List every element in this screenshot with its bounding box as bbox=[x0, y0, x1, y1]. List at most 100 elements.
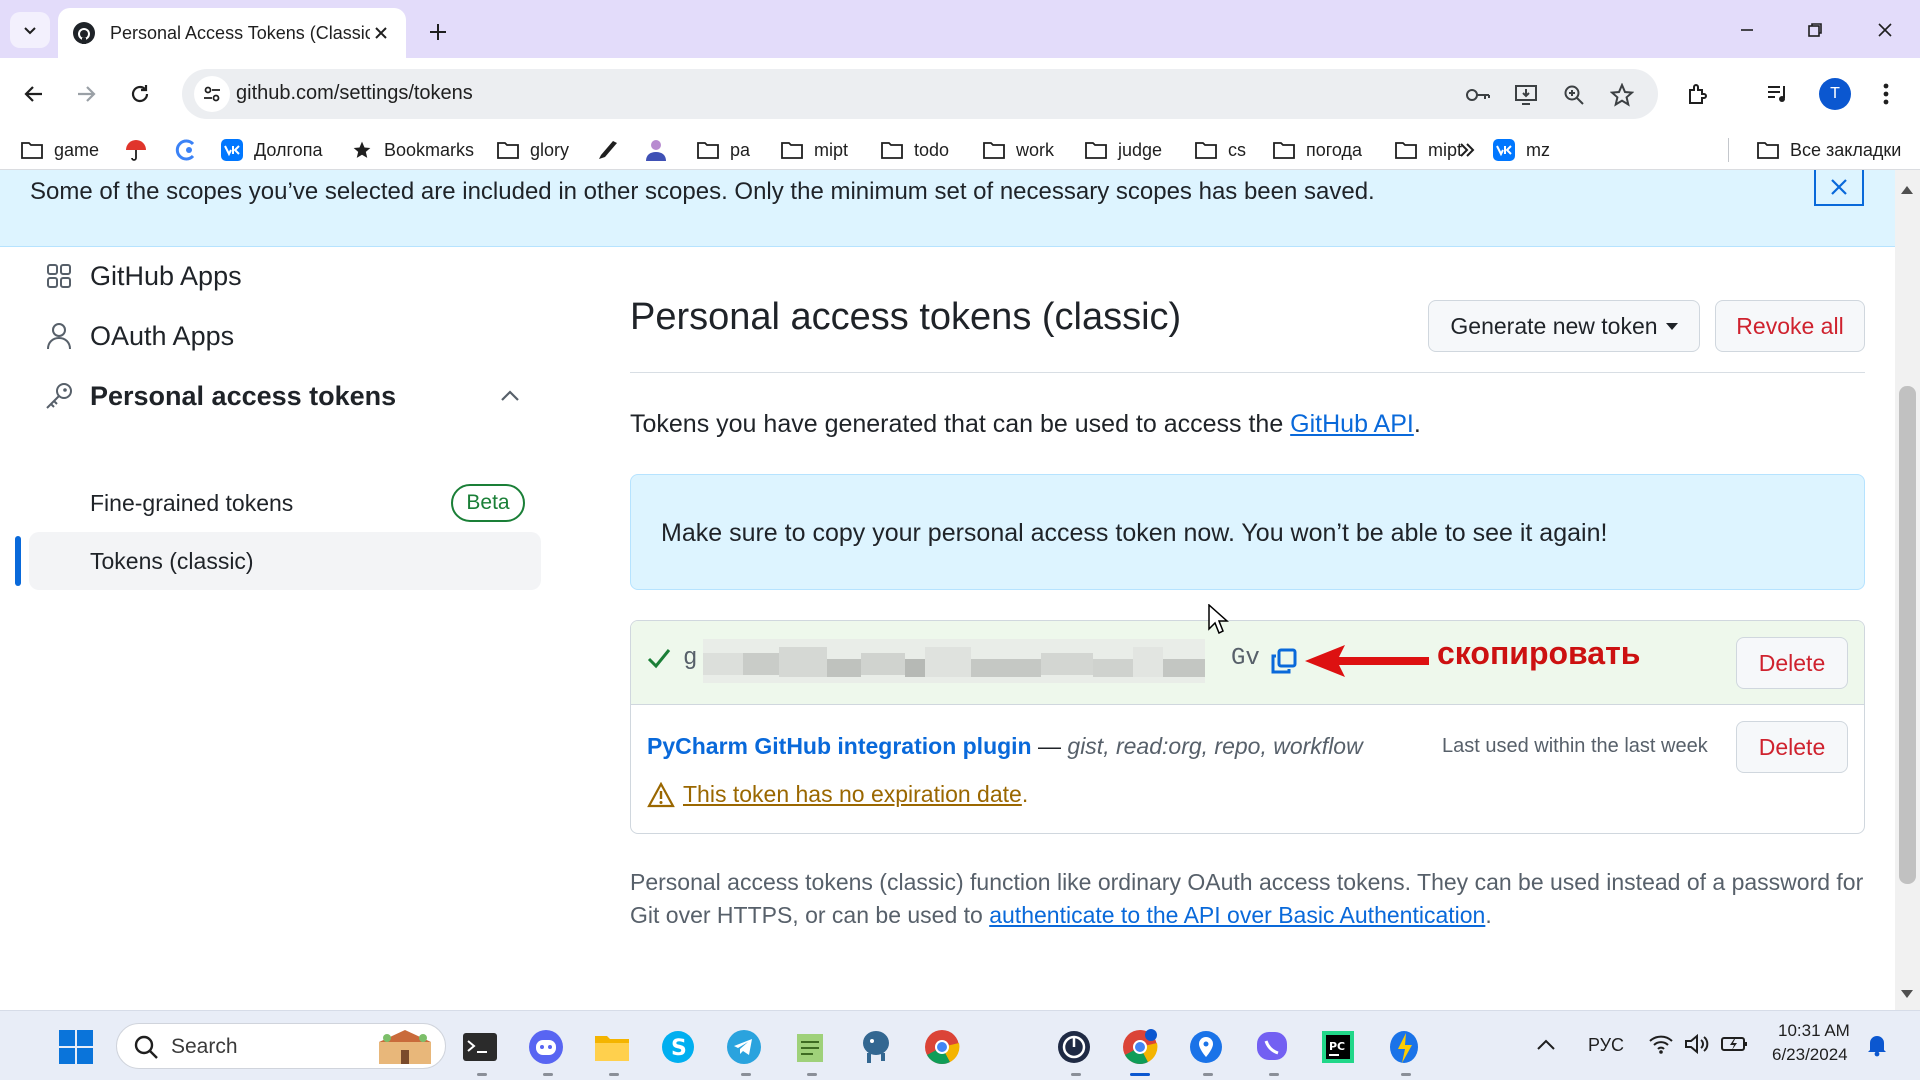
bookmark-item[interactable]: mipt bbox=[1394, 134, 1462, 166]
password-key-icon[interactable] bbox=[1464, 81, 1492, 109]
forward-button[interactable] bbox=[66, 74, 106, 114]
zoom-icon[interactable] bbox=[1560, 81, 1588, 109]
bookmark-item[interactable]: mz bbox=[1492, 134, 1550, 166]
bookmark-item[interactable]: cs bbox=[1194, 134, 1246, 166]
token-name-link[interactable]: PyCharm GitHub integration plugin bbox=[647, 733, 1032, 759]
show-hidden-icons[interactable] bbox=[1536, 1037, 1556, 1051]
clock-time[interactable]: 10:31 AM bbox=[1778, 1021, 1850, 1041]
running-indicator bbox=[807, 1073, 817, 1076]
address-bar[interactable]: github.com/settings/tokens bbox=[182, 69, 1658, 119]
volume-icon[interactable] bbox=[1684, 1033, 1710, 1055]
page-scrollbar[interactable] bbox=[1895, 170, 1920, 1010]
close-window-button[interactable] bbox=[1862, 10, 1908, 50]
bookmark-item[interactable] bbox=[644, 134, 678, 166]
sidebar-item-label: OAuth Apps bbox=[90, 320, 235, 351]
apps-grid-icon bbox=[42, 259, 76, 293]
bookmark-item[interactable]: pa bbox=[696, 134, 750, 166]
profile-avatar[interactable]: T bbox=[1819, 78, 1851, 110]
tab-search-button[interactable] bbox=[10, 12, 50, 48]
bookmark-item[interactable]: judge bbox=[1084, 134, 1162, 166]
token-dash: — bbox=[1031, 733, 1068, 759]
bookmark-item[interactable] bbox=[124, 134, 158, 166]
arrow-right-icon bbox=[78, 86, 96, 102]
revoke-all-button[interactable]: Revoke all bbox=[1715, 300, 1865, 352]
postgresql-icon[interactable] bbox=[854, 1025, 898, 1069]
running-indicator bbox=[1203, 1073, 1213, 1076]
notepad-icon[interactable] bbox=[788, 1025, 832, 1069]
bookmark-item[interactable]: todo bbox=[880, 134, 949, 166]
bookmark-item[interactable]: Долгопа bbox=[220, 134, 322, 166]
bookmark-item[interactable]: mipt bbox=[780, 134, 848, 166]
bookmark-label: todo bbox=[914, 139, 950, 160]
check-icon bbox=[647, 647, 671, 669]
telegram-icon[interactable] bbox=[722, 1025, 766, 1069]
skype-icon[interactable]: S bbox=[656, 1025, 700, 1069]
bookmark-label: Bookmarks bbox=[384, 139, 475, 160]
warning-suffix: . bbox=[1021, 781, 1029, 807]
expiration-warning-link[interactable]: This token has no expiration date bbox=[683, 781, 1022, 808]
flash-close-button[interactable] bbox=[1814, 170, 1864, 206]
minimize-button[interactable] bbox=[1724, 10, 1770, 50]
notification-bell-icon[interactable] bbox=[1866, 1033, 1888, 1057]
scrollbar-thumb[interactable] bbox=[1899, 386, 1916, 884]
bookmark-item[interactable] bbox=[596, 134, 630, 166]
chevron-up-icon[interactable] bbox=[500, 388, 520, 402]
file-explorer-icon[interactable] bbox=[590, 1025, 634, 1069]
footer-description: Personal access tokens (classic) functio… bbox=[630, 866, 1870, 932]
media-control-icon[interactable] bbox=[1760, 76, 1796, 112]
person-icon bbox=[644, 138, 668, 162]
new-tab-button[interactable] bbox=[420, 14, 456, 50]
power-tool-icon[interactable] bbox=[1052, 1025, 1096, 1069]
header-divider bbox=[630, 372, 1865, 373]
active-tab[interactable]: Personal Access Tokens (Classic) bbox=[58, 8, 406, 58]
chrome-profile-icon[interactable] bbox=[1118, 1025, 1162, 1069]
active-indicator bbox=[15, 536, 21, 586]
site-info-icon[interactable] bbox=[194, 76, 230, 112]
tab-title: Personal Access Tokens (Classic) bbox=[110, 22, 371, 43]
scroll-up-icon bbox=[1901, 186, 1913, 194]
bookmark-item[interactable] bbox=[174, 134, 208, 166]
bookmark-item[interactable]: game bbox=[20, 134, 99, 166]
running-indicator bbox=[543, 1073, 553, 1076]
reload-button[interactable] bbox=[120, 74, 160, 114]
github-api-link[interactable]: GitHub API bbox=[1290, 410, 1414, 438]
start-button[interactable] bbox=[54, 1025, 98, 1069]
copy-icon[interactable] bbox=[1266, 643, 1302, 679]
back-button[interactable] bbox=[14, 74, 54, 114]
sidebar-item-fine-grained-tokens[interactable]: Fine-grained tokens bbox=[90, 490, 293, 517]
terminal-icon[interactable] bbox=[458, 1025, 502, 1069]
delete-new-token-button[interactable]: Delete bbox=[1736, 637, 1848, 689]
discord-icon[interactable] bbox=[524, 1025, 568, 1069]
lightning-app-icon[interactable] bbox=[1382, 1025, 1426, 1069]
bookmark-item[interactable]: glory bbox=[496, 134, 569, 166]
pycharm-icon[interactable]: PC bbox=[1316, 1025, 1360, 1069]
clock-date[interactable]: 6/23/2024 bbox=[1772, 1045, 1848, 1065]
all-bookmarks-button[interactable]: Все закладки bbox=[1756, 134, 1901, 166]
bookmark-star-icon[interactable] bbox=[1608, 81, 1636, 109]
footer-suffix: . bbox=[1485, 902, 1492, 928]
token-value-redacted[interactable] bbox=[703, 639, 1205, 683]
scroll-down-icon bbox=[1901, 990, 1913, 998]
more-menu-icon[interactable] bbox=[1868, 76, 1904, 112]
delete-token-button[interactable]: Delete bbox=[1736, 721, 1848, 773]
generate-new-token-button[interactable]: Generate new token bbox=[1428, 300, 1700, 352]
sidebar-item-personal-access-tokens[interactable]: Personal access tokens bbox=[42, 374, 396, 418]
basic-auth-link[interactable]: authenticate to the API over Basic Authe… bbox=[989, 902, 1485, 928]
close-tab-icon[interactable] bbox=[370, 22, 392, 44]
bookmark-item[interactable]: work bbox=[982, 134, 1054, 166]
bookmark-item[interactable]: Bookmarks bbox=[350, 134, 474, 166]
language-indicator[interactable]: РУС bbox=[1588, 1035, 1624, 1056]
bookmark-label: judge bbox=[1118, 139, 1163, 160]
maps-icon[interactable] bbox=[1184, 1025, 1228, 1069]
sidebar-item-oauth-apps[interactable]: OAuth Apps bbox=[42, 314, 234, 358]
battery-icon[interactable] bbox=[1720, 1033, 1750, 1055]
wifi-icon[interactable] bbox=[1648, 1033, 1674, 1055]
taskbar-search[interactable]: Search bbox=[116, 1023, 446, 1069]
extensions-icon[interactable] bbox=[1680, 76, 1716, 112]
install-app-icon[interactable] bbox=[1512, 81, 1540, 109]
sidebar-item-github-apps[interactable]: GitHub Apps bbox=[42, 254, 242, 298]
viber-icon[interactable] bbox=[1250, 1025, 1294, 1069]
chrome-icon[interactable] bbox=[920, 1025, 964, 1069]
bookmark-item[interactable]: погода bbox=[1272, 134, 1362, 166]
restore-button[interactable] bbox=[1792, 10, 1838, 50]
